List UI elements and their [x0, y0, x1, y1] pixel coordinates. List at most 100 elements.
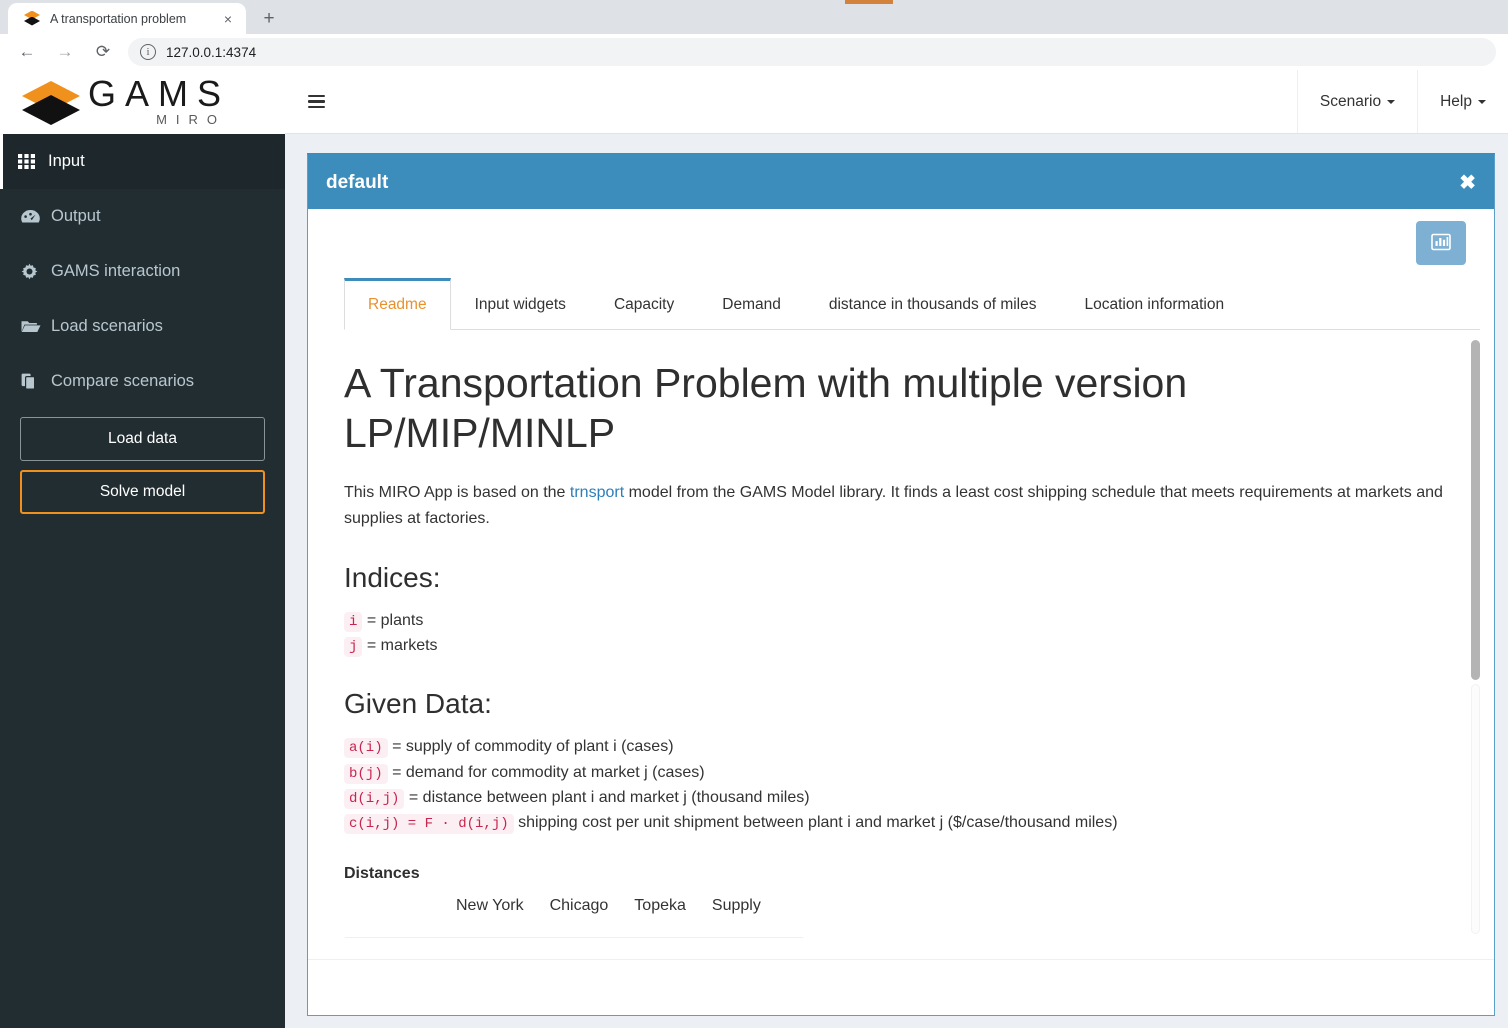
- site-info-icon[interactable]: i: [140, 44, 156, 60]
- copy-icon: [21, 373, 51, 390]
- readme-scroll-region[interactable]: A Transportation Problem with multiple v…: [344, 330, 1480, 938]
- back-icon[interactable]: ←: [12, 37, 42, 67]
- trnsport-link[interactable]: trnsport: [570, 484, 624, 501]
- scenario-menu-label: Scenario: [1319, 92, 1382, 110]
- indices-heading: Indices:: [344, 561, 441, 593]
- app-logo: GAMS MIRO: [0, 70, 285, 134]
- gams-logo-icon: [22, 79, 80, 125]
- distances-heading: Distances: [344, 865, 420, 883]
- sidebar-item-gams-interaction[interactable]: GAMS interaction: [0, 244, 285, 299]
- tab-input-widgets[interactable]: Input widgets: [451, 278, 590, 330]
- browser-chrome: A transportation problem × + ← → ⟳ i 127…: [0, 0, 1508, 70]
- panel-tabs: Readme Input widgets Capacity Demand dis…: [344, 278, 1480, 330]
- given-data-heading: Given Data:: [344, 688, 492, 720]
- given-data-definition: c(i,j) = F · d(i,j) shipping cost per un…: [344, 810, 1458, 835]
- chevron-down-icon: [1387, 99, 1396, 104]
- tab-readme[interactable]: Readme: [344, 278, 451, 330]
- forward-icon[interactable]: →: [50, 37, 80, 67]
- given-data-code: c(i,j) = F · d(i,j): [344, 814, 514, 835]
- browser-tab-title: A transportation problem: [50, 11, 187, 26]
- column-header: Topeka: [634, 897, 686, 915]
- gams-favicon-icon: [24, 10, 40, 27]
- readme-intro-before: This MIRO App is based on the: [344, 484, 570, 502]
- column-header: Chicago: [549, 897, 609, 915]
- tab-demand[interactable]: Demand: [698, 278, 805, 330]
- given-data-definition: d(i,j) = distance between plant i and ma…: [344, 785, 1458, 810]
- tab-location-information[interactable]: Location information: [1061, 278, 1249, 330]
- tab-label: Input widgets: [474, 295, 566, 313]
- browser-tab[interactable]: A transportation problem ×: [8, 3, 246, 34]
- sidebar-item-label: Output: [51, 207, 101, 225]
- index-code: i: [344, 611, 363, 632]
- index-text: = markets: [366, 637, 438, 655]
- scrollbar-track: [1471, 684, 1480, 934]
- miro-app: GAMS MIRO Input Output GAMS interaction …: [0, 70, 1508, 1028]
- folder-open-icon: [21, 319, 51, 334]
- index-definition: i = plants: [344, 608, 1458, 633]
- sidebar-item-compare-scenarios[interactable]: Compare scenarios: [0, 354, 285, 409]
- bar-chart-icon: [1431, 232, 1451, 255]
- address-bar[interactable]: i 127.0.0.1:4374: [128, 38, 1496, 66]
- column-header: New York: [456, 897, 524, 915]
- reload-icon[interactable]: ⟳: [88, 37, 118, 67]
- help-menu[interactable]: Help: [1417, 70, 1508, 133]
- brand-sub: MIRO: [156, 112, 227, 127]
- panel-title: default: [326, 171, 389, 193]
- browser-tab-strip: A transportation problem × +: [0, 0, 1508, 34]
- tab-capacity[interactable]: Capacity: [590, 278, 698, 330]
- distances-table-horizontal-scrollbar[interactable]: [344, 937, 804, 938]
- dashboard-icon: [21, 209, 51, 224]
- grid-icon: [18, 154, 48, 169]
- readme-vertical-scrollbar[interactable]: [1471, 336, 1480, 936]
- sidebar-item-label: GAMS interaction: [51, 262, 181, 280]
- scenario-menu[interactable]: Scenario: [1296, 70, 1417, 133]
- address-bar-url: 127.0.0.1:4374: [166, 44, 257, 60]
- distances-table-header-row: New York Chicago Topeka Supply: [344, 897, 1458, 915]
- scrollbar-thumb[interactable]: [1471, 340, 1480, 680]
- chevron-down-icon: [1478, 99, 1486, 104]
- brand-name: GAMS: [88, 73, 231, 114]
- given-data-text: shipping cost per unit shipment between …: [518, 814, 1118, 832]
- readme-intro: This MIRO App is based on the trnsport m…: [344, 480, 1458, 532]
- panel-footer: [308, 959, 1494, 1015]
- load-data-button[interactable]: Load data: [20, 417, 265, 461]
- sidebar-item-label: Input: [48, 152, 85, 170]
- tab-label: distance in thousands of miles: [828, 295, 1037, 313]
- readme-content: A Transportation Problem with multiple v…: [344, 330, 1458, 938]
- index-text: = plants: [366, 611, 424, 629]
- sidebar: GAMS MIRO Input Output GAMS interaction …: [0, 70, 285, 1028]
- index-definition: j = markets: [344, 633, 1458, 658]
- readme-title: A Transportation Problem with multiple v…: [344, 360, 1188, 457]
- browser-nav-bar: ← → ⟳ i 127.0.0.1:4374: [0, 34, 1508, 70]
- hamburger-icon[interactable]: [285, 70, 347, 133]
- help-menu-label: Help: [1440, 92, 1472, 110]
- given-data-text: = distance between plant i and market j …: [408, 788, 810, 806]
- given-data-code: d(i,j): [344, 788, 405, 809]
- page-load-progress-bar: [845, 0, 893, 4]
- tab-label: Capacity: [613, 295, 675, 313]
- sidebar-item-output[interactable]: Output: [0, 189, 285, 244]
- panel-header: default ✖: [308, 156, 1494, 209]
- index-code: j: [344, 637, 363, 658]
- tab-label: Location information: [1084, 295, 1225, 313]
- sidebar-item-label: Load scenarios: [51, 317, 163, 335]
- bar-chart-toggle-button[interactable]: [1416, 221, 1466, 265]
- distances-table: New York Chicago Topeka Supply: [344, 897, 1458, 938]
- panel-body: Readme Input widgets Capacity Demand dis…: [308, 209, 1494, 959]
- given-data-text: = demand for commodity at market j (case…: [392, 763, 705, 781]
- tab-distance-in-thousands-of-miles[interactable]: distance in thousands of miles: [805, 278, 1061, 330]
- tab-label: Demand: [722, 295, 781, 313]
- tab-label: Readme: [368, 296, 427, 313]
- close-tab-icon[interactable]: ×: [218, 9, 238, 29]
- new-tab-icon[interactable]: +: [255, 6, 283, 32]
- given-data-text: = supply of commodity of plant i (cases): [392, 738, 674, 756]
- sidebar-item-label: Compare scenarios: [51, 372, 195, 390]
- given-data-code: b(j): [344, 763, 388, 784]
- sidebar-item-input[interactable]: Input: [0, 134, 285, 189]
- gear-icon: [21, 263, 51, 280]
- given-data-definition: a(i) = supply of commodity of plant i (c…: [344, 734, 1458, 759]
- sidebar-item-load-scenarios[interactable]: Load scenarios: [0, 299, 285, 354]
- close-icon[interactable]: ✖: [1459, 173, 1476, 193]
- solve-model-button[interactable]: Solve model: [20, 470, 265, 514]
